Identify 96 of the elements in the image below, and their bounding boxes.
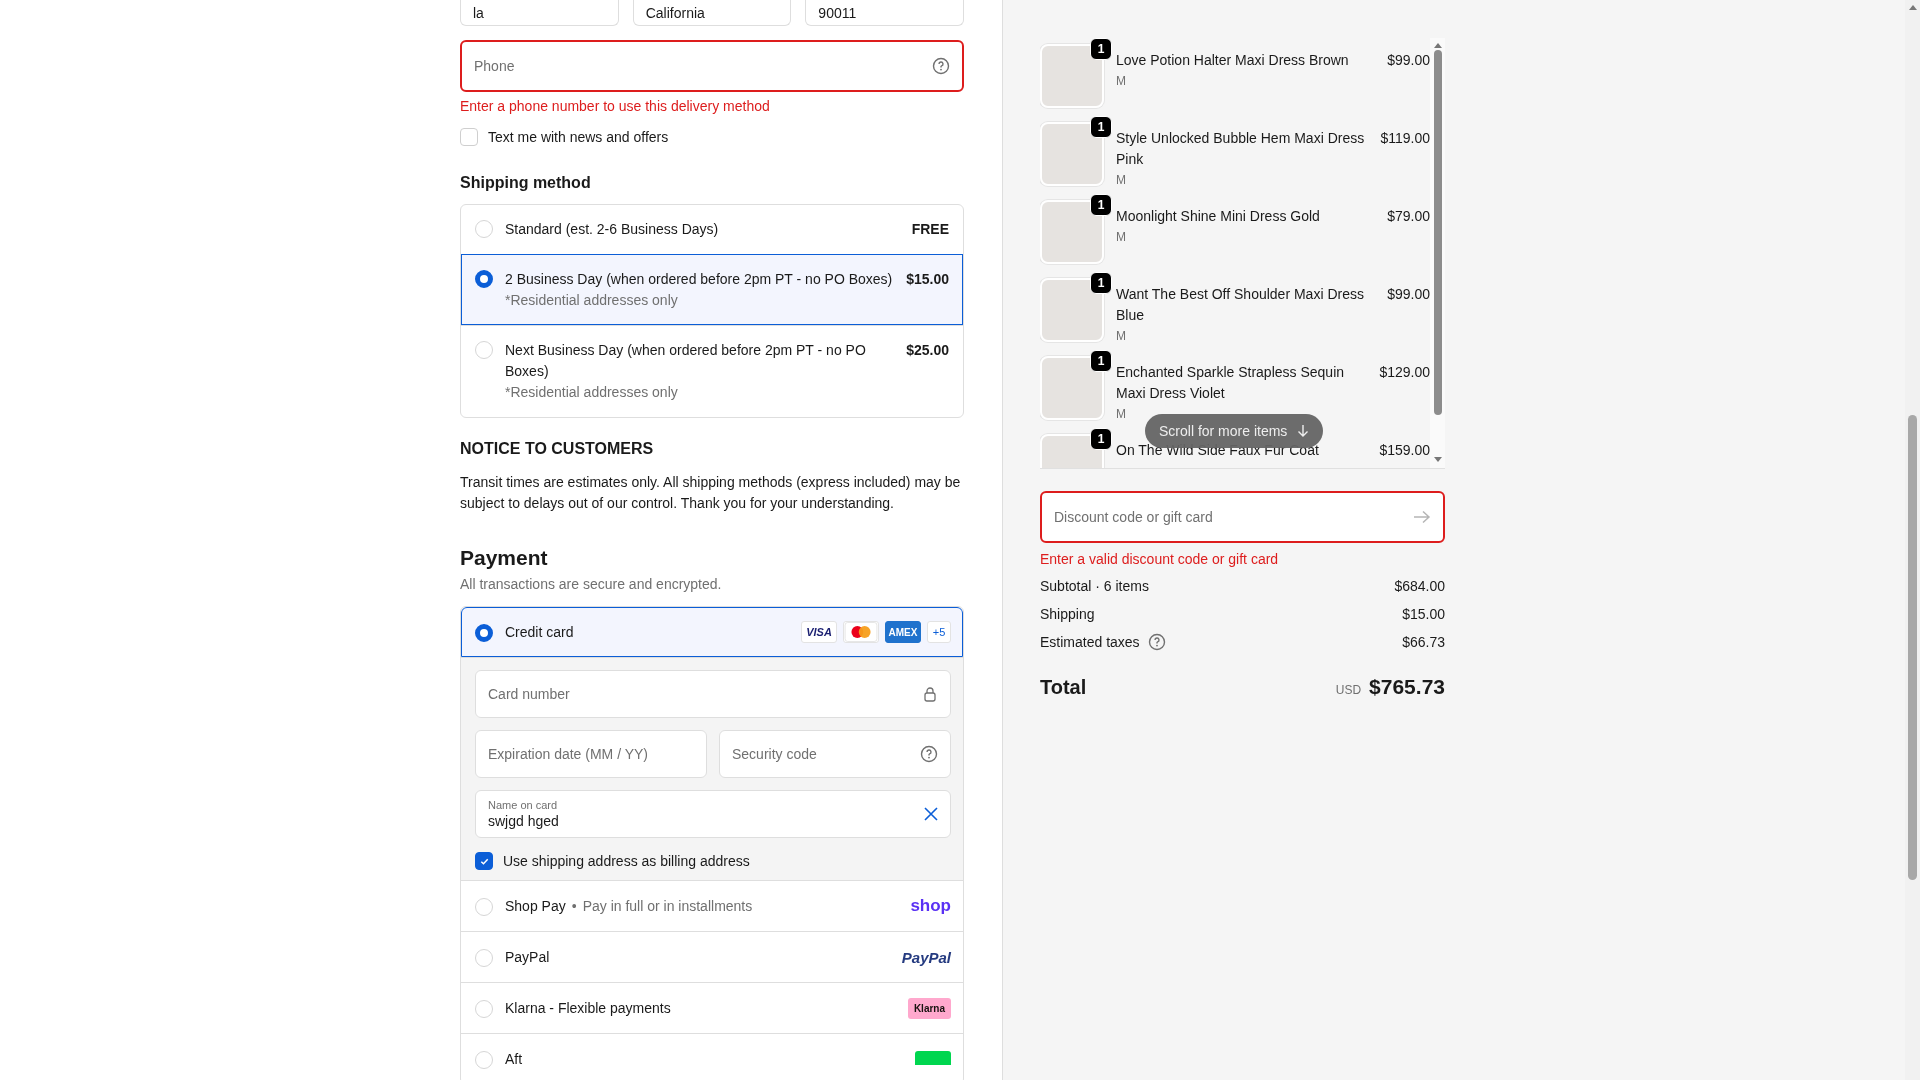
product-variant: M	[1116, 406, 1126, 423]
product-name: Style Unlocked Bubble Hem Maxi Dress Pink	[1116, 129, 1366, 169]
shipping-option[interactable]: Next Business Day (when ordered before 2pm PT - no PO Boxes) *Residential addresses only $25.00	[461, 325, 963, 417]
total-value: $765.73	[1369, 675, 1445, 699]
shop-logo: shop	[910, 896, 951, 916]
lock-icon	[922, 686, 938, 702]
product-price: $99.00	[1387, 285, 1430, 304]
summary-label: Subtotal · 6 items	[1040, 577, 1149, 595]
payment-option[interactable]: PayPal PayPal	[461, 931, 963, 982]
payment-option-label: PayPal	[505, 949, 550, 965]
shipping-price: $15.00	[906, 270, 949, 289]
payment-option-label: Credit card	[505, 624, 574, 640]
total-label: Total	[1040, 676, 1087, 699]
photo-placeholder	[1040, 200, 1104, 264]
more-cards-badge: +5	[927, 621, 951, 643]
afterpay-logo	[915, 1051, 951, 1065]
visa-logo: VISA	[801, 621, 837, 643]
notice-text: Transit times are estimates only. All shipping methods (express included) may be subject to delays out of our control. Thank you for your understanding.	[460, 473, 962, 513]
separator-dot: •	[571, 898, 577, 914]
quantity-badge: 1	[1090, 272, 1112, 294]
page-scrollbar[interactable]	[1905, 0, 1920, 1080]
shipping-note: *Residential addresses only	[505, 291, 679, 310]
arrow-right-icon[interactable]	[1413, 510, 1431, 524]
notice-heading: NOTICE TO CUSTOMERS	[460, 440, 655, 458]
payment-option-note: Pay in full or in installments	[582, 898, 753, 914]
product-price: $119.00	[1380, 129, 1430, 148]
photo-placeholder	[1040, 122, 1104, 186]
summary-value: $684.00	[1394, 577, 1445, 595]
payment-option[interactable]: Aft	[461, 1033, 963, 1080]
summary-label: Estimated taxes	[1040, 633, 1140, 651]
checkbox-label: Text me with news and offers	[488, 129, 669, 145]
payment-option[interactable]: Credit card VISA AMEX +5	[461, 607, 963, 657]
help-icon	[932, 57, 950, 75]
clear-icon[interactable]	[924, 807, 938, 821]
quantity-badge: 1	[1090, 38, 1112, 60]
shipping-option-label: Next Business Day (when ordered before 2pm PT - no PO Boxes)	[505, 341, 867, 381]
quantity-badge: 1	[1090, 194, 1112, 216]
product-name: Enchanted Sparkle Strapless Sequin Maxi Dress Violet	[1116, 363, 1346, 403]
help-icon	[920, 745, 938, 763]
currency-code: USD	[1335, 683, 1362, 697]
checkbox[interactable]	[475, 852, 493, 870]
product-name: Want The Best Off Shoulder Maxi Dress Blue	[1116, 285, 1365, 325]
expiration-date-field[interactable]: Expiration date (MM / YY)	[475, 730, 707, 778]
amex-logo: AMEX	[885, 621, 921, 643]
product-variant: M	[1116, 172, 1126, 189]
discount-field[interactable]: Discount code or gift card	[1040, 491, 1445, 543]
phone-field[interactable]: Phone	[460, 40, 964, 92]
shipping-price: $25.00	[906, 341, 949, 360]
klarna-logo: Klarna	[907, 997, 951, 1019]
payment-subtitle: All transactions are secure and encrypted.	[460, 576, 723, 592]
shipping-option[interactable]: Standard (est. 2-6 Business Days) FREE	[461, 205, 963, 254]
payment-option-label: Klarna - Flexible payments	[505, 1000, 671, 1016]
error-message: Enter a phone number to use this delivery method	[460, 98, 771, 114]
quantity-badge: 1	[1090, 350, 1112, 372]
photo-placeholder	[1040, 356, 1104, 420]
product-variant: M	[1116, 229, 1126, 246]
product-variant: M	[1116, 73, 1126, 90]
quantity-badge: 1	[1090, 116, 1112, 138]
shipping-option[interactable]: 2 Business Day (when ordered before 2pm PT - no PO Boxes) *Residential addresses only $15.00	[461, 254, 963, 325]
error-message: Enter a valid discount code or gift card	[1040, 551, 1280, 567]
shipping-option-label: Standard (est. 2-6 Business Days)	[505, 220, 720, 239]
shipping-option-label: 2 Business Day (when ordered before 2pm PT - no PO Boxes)	[505, 270, 894, 289]
payment-option[interactable]: Klarna - Flexible payments Klarna	[461, 982, 963, 1033]
product-price: $99.00	[1387, 51, 1430, 70]
product-price: $159.00	[1379, 441, 1430, 460]
address-field[interactable]: la	[460, 0, 619, 26]
product-price: $79.00	[1387, 207, 1430, 226]
summary-value: $66.73	[1402, 633, 1445, 651]
photo-placeholder	[1040, 44, 1104, 108]
product-name: Love Potion Halter Maxi Dress Brown	[1116, 51, 1350, 70]
paypal-logo: PayPal	[901, 948, 951, 966]
section-heading: Shipping method	[460, 174, 592, 192]
product-variant: M	[1116, 328, 1126, 345]
scrollbar[interactable]	[1430, 38, 1445, 468]
payment-option-label: Shop Pay	[505, 898, 566, 914]
payment-option[interactable]: Shop Pay • Pay in full or in installments shop	[461, 880, 963, 931]
shipping-price: FREE	[911, 220, 949, 239]
down-arrow-icon	[1297, 424, 1310, 438]
shipping-note: *Residential addresses only	[505, 383, 679, 402]
quantity-badge: 1	[1090, 428, 1112, 450]
radio-button[interactable]	[475, 623, 493, 642]
card-number-field[interactable]: Card number	[475, 670, 951, 718]
security-code-field[interactable]: Security code	[719, 730, 951, 778]
payment-heading: Payment	[460, 546, 549, 570]
address-field[interactable]: 90011	[805, 0, 964, 26]
payment-option-label: Aft	[505, 1051, 523, 1067]
summary-label: Shipping	[1040, 605, 1095, 623]
radio-button[interactable]	[475, 270, 493, 288]
product-name: Moonlight Shine Mini Dress Gold	[1116, 207, 1321, 226]
product-price: $129.00	[1379, 363, 1430, 382]
photo-placeholder	[1040, 278, 1104, 342]
summary-value: $15.00	[1402, 605, 1445, 623]
name-on-card-field[interactable]: Name on card swjgd hged	[475, 790, 951, 838]
checkbox-label: Use shipping address as billing address	[503, 853, 750, 869]
mastercard-logo	[843, 621, 879, 643]
address-field[interactable]: California	[632, 0, 792, 26]
